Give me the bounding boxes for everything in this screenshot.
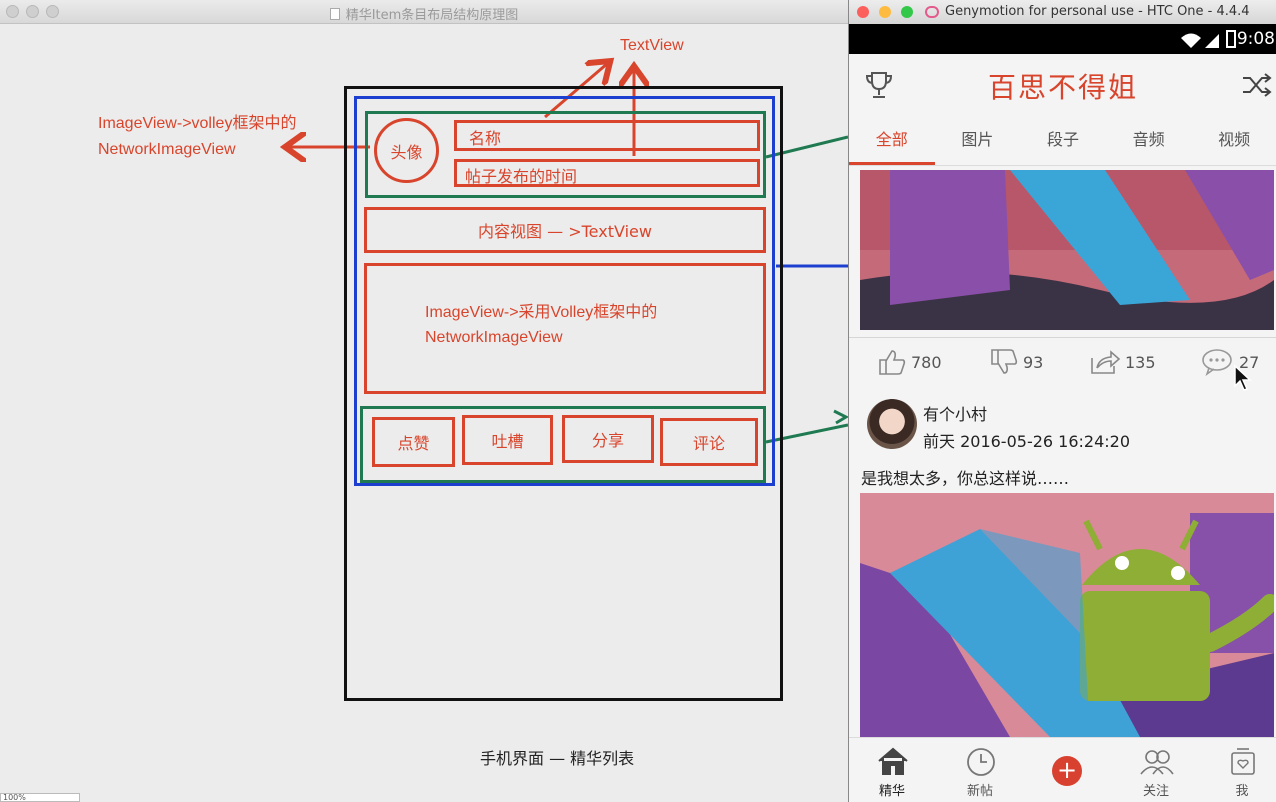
diagram-titlebar: 精华Item条目布局结构原理图 bbox=[0, 0, 848, 24]
shuffle-icon[interactable] bbox=[1241, 72, 1273, 98]
diagram-share-box: 分享 bbox=[562, 415, 654, 463]
image-label-line1: ImageView->采用Volley框架中的 bbox=[425, 304, 658, 321]
tab-audio[interactable]: 音频 bbox=[1106, 118, 1192, 165]
zoom-window-button[interactable] bbox=[901, 6, 913, 18]
nav-me[interactable]: 我 bbox=[1207, 738, 1276, 802]
category-tabs: 全部 图片 段子 音频 视频 bbox=[849, 118, 1276, 166]
name-label: 名称 bbox=[469, 131, 502, 148]
tab-pictures[interactable]: 图片 bbox=[935, 118, 1021, 165]
time-label: 帖子发布的时间 bbox=[465, 169, 578, 186]
diagram-caption: 手机界面 — 精华列表 bbox=[480, 749, 635, 768]
profile-box-icon bbox=[1231, 748, 1255, 775]
status-time: 9:08 bbox=[1236, 29, 1275, 49]
nav-new-label: 新帖 bbox=[966, 784, 993, 799]
share-icon bbox=[1091, 350, 1121, 374]
diagram-comment-label: 评论 bbox=[692, 434, 725, 453]
nav-new[interactable]: 新帖 bbox=[945, 738, 1015, 802]
wifi-signal-icon bbox=[1181, 33, 1219, 48]
image-box: ImageView->采用Volley框架中的 NetworkImageView bbox=[364, 263, 766, 394]
document-icon bbox=[329, 8, 340, 20]
like-button[interactable]: 780 bbox=[877, 348, 942, 376]
imageview-note-line1: ImageView->volley框架中的 bbox=[98, 115, 297, 132]
connector-buttons-arrowhead bbox=[833, 409, 848, 425]
content-box: 内容视图 — >TextView bbox=[364, 207, 766, 253]
genymotion-logo-icon bbox=[925, 6, 939, 18]
avatar-label: 头像 bbox=[390, 142, 423, 162]
nav-me-label: 我 bbox=[1235, 784, 1249, 799]
diagram-like-label: 点赞 bbox=[397, 434, 430, 453]
close-window-button[interactable] bbox=[857, 6, 869, 18]
diagram-canvas: TextView ImageView->volley框架中的 NetworkIm… bbox=[0, 25, 848, 793]
post-text[interactable]: 是我想太多，你总这样说…… bbox=[861, 465, 1069, 489]
tab-jokes[interactable]: 段子 bbox=[1020, 118, 1106, 165]
emulator-window: Genymotion for personal use - HTC One - … bbox=[848, 0, 1276, 802]
nav-featured-label: 精华 bbox=[878, 784, 905, 799]
emulator-title: Genymotion for personal use - HTC One - … bbox=[945, 4, 1250, 19]
post-user-name[interactable]: 有个小村 bbox=[923, 401, 987, 425]
avatar[interactable] bbox=[867, 399, 917, 449]
post-feed[interactable]: 780 93 135 27 有个小村 前天 2016-05-26 16:24:2… bbox=[849, 167, 1276, 737]
post-image-main[interactable] bbox=[860, 493, 1274, 737]
diagram-window: 精华Item条目布局结构原理图 TextView ImageView->voll… bbox=[0, 0, 848, 802]
diagram-title: 精华Item条目布局结构原理图 bbox=[0, 4, 848, 23]
diagram-share-label: 分享 bbox=[591, 431, 624, 450]
nav-follow[interactable]: 关注 bbox=[1121, 738, 1191, 802]
dislike-count: 93 bbox=[1023, 352, 1044, 372]
bottom-navigation: 精华 新帖 + 关注 我 bbox=[849, 737, 1276, 802]
diagram-comment-box: 评论 bbox=[660, 418, 758, 466]
diagram-dislike-box: 吐槽 bbox=[462, 415, 553, 465]
emulator-titlebar: Genymotion for personal use - HTC One - … bbox=[849, 0, 1276, 24]
comment-icon bbox=[1202, 349, 1232, 376]
share-button[interactable]: 135 bbox=[1089, 348, 1156, 376]
thumbs-down-icon bbox=[991, 349, 1018, 374]
nav-follow-label: 关注 bbox=[1142, 784, 1169, 799]
dislike-button[interactable]: 93 bbox=[989, 348, 1043, 376]
post-time: 前天 2016-05-26 16:24:20 bbox=[923, 432, 1131, 451]
mouse-cursor-icon bbox=[1234, 364, 1252, 391]
post-image-top[interactable] bbox=[860, 170, 1274, 330]
name-box: 名称 bbox=[454, 120, 760, 151]
like-count: 780 bbox=[911, 352, 942, 372]
share-count: 135 bbox=[1125, 352, 1156, 372]
tab-all[interactable]: 全部 bbox=[849, 118, 935, 165]
android-status-bar: 9:08 bbox=[849, 24, 1276, 54]
battery-icon bbox=[1226, 30, 1236, 48]
time-box: 帖子发布的时间 bbox=[454, 159, 760, 187]
diagram-title-text: 精华Item条目布局结构原理图 bbox=[345, 8, 519, 23]
tab-video[interactable]: 视频 bbox=[1191, 118, 1276, 165]
diagram-like-box: 点赞 bbox=[372, 417, 455, 467]
app-header: 百思不得姐 bbox=[849, 54, 1276, 118]
app-title: 百思不得姐 bbox=[987, 71, 1138, 104]
people-icon bbox=[1140, 750, 1174, 775]
nav-featured[interactable]: 精华 bbox=[857, 738, 927, 802]
add-post-button[interactable]: + bbox=[1052, 756, 1082, 786]
image-label-line2: NetworkImageView bbox=[425, 329, 563, 346]
content-label: 内容视图 — >TextView bbox=[478, 222, 652, 241]
avatar-circle: 头像 bbox=[374, 118, 439, 183]
home-icon bbox=[878, 747, 908, 775]
zoom-field[interactable]: 100% bbox=[0, 793, 80, 802]
minimize-window-button[interactable] bbox=[879, 6, 891, 18]
textview-label: TextView bbox=[620, 37, 684, 54]
clock-icon bbox=[967, 748, 995, 776]
post-action-bar: 780 93 135 27 bbox=[849, 337, 1276, 572]
diagram-dislike-label: 吐槽 bbox=[491, 432, 524, 451]
thumbs-up-icon bbox=[879, 350, 906, 375]
imageview-note-line2: NetworkImageView bbox=[98, 141, 236, 158]
